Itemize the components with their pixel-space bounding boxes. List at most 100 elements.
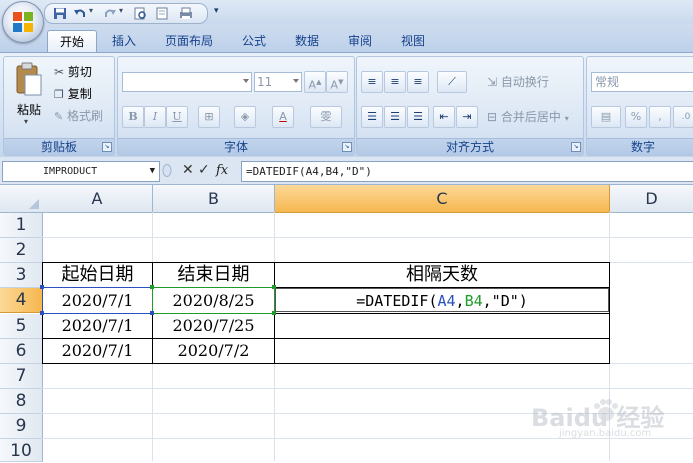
borders-button[interactable]: ⊞ — [198, 106, 220, 128]
font-launcher-icon[interactable]: ↘ — [342, 142, 352, 152]
row-header-8[interactable]: 8 — [0, 389, 43, 414]
align-right-button[interactable]: ☰ — [407, 106, 429, 128]
align-left-icon: ☰ — [367, 110, 377, 123]
cell-b5[interactable]: 2020/7/25 — [153, 314, 274, 338]
align-top-button[interactable]: ≡ — [361, 71, 383, 93]
row-header-9[interactable]: 9 — [0, 414, 43, 439]
column-header-a[interactable]: A — [42, 185, 153, 213]
tab-insert[interactable]: 插入 — [104, 30, 144, 53]
column-header-d[interactable]: D — [610, 185, 693, 213]
row-header-6[interactable]: 6 — [0, 339, 43, 364]
quick-access-toolbar: ▾ ▾ — [44, 3, 208, 24]
align-right-icon: ☰ — [413, 110, 423, 123]
reference-handle[interactable] — [40, 311, 44, 315]
undo-dropdown-icon[interactable]: ▾ — [89, 6, 93, 15]
phonetic-button[interactable]: 雯 — [310, 106, 342, 128]
cell-c3[interactable]: 相隔天数 — [275, 263, 609, 287]
select-all-icon — [29, 199, 39, 209]
cell-a3[interactable]: 起始日期 — [43, 263, 152, 287]
font-color-button[interactable]: A — [272, 106, 294, 128]
grow-font-button[interactable]: A▲ — [304, 71, 326, 93]
font-size-combo[interactable]: 11 — [254, 72, 302, 92]
quick-print-icon[interactable] — [179, 7, 193, 20]
ribbon: 粘贴 ▾ ✂ 剪切 ❐ 复制 ✎ 格式刷 剪贴板 ↘ 11 A▲ A▼ B I … — [0, 52, 693, 158]
tab-formulas[interactable]: 公式 — [233, 30, 275, 53]
number-format-combo[interactable]: 常规 — [591, 72, 693, 92]
cancel-icon[interactable]: ✕ — [182, 161, 194, 180]
reference-handle[interactable] — [150, 311, 154, 315]
ribbon-tab-bar: 开始 插入 页面布局 公式 数据 审阅 视图 — [0, 24, 693, 54]
alignment-launcher-icon[interactable]: ↘ — [571, 142, 581, 152]
format-painter-icon: ✎ — [54, 110, 64, 123]
insert-function-icon[interactable]: fx — [216, 161, 228, 180]
cell-a5[interactable]: 2020/7/1 — [43, 314, 152, 338]
copy-button[interactable]: ❐ 复制 — [54, 85, 92, 102]
column-header-b[interactable]: B — [153, 185, 275, 213]
bold-button[interactable]: B — [122, 106, 144, 128]
align-middle-button[interactable]: ≡ — [384, 71, 406, 93]
redo-dropdown-icon[interactable]: ▾ — [119, 6, 123, 15]
comma-button[interactable]: , — [649, 106, 671, 128]
clipboard-launcher-icon[interactable]: ↘ — [102, 142, 112, 152]
alignment-group: ≡ ≡ ≡ ⟋ ⇲ 自动换行 ☰ ☰ ☰ ⇤ ⇥ ⊟ 合并后居中 ▾ 对齐方式 … — [356, 56, 584, 156]
tab-review[interactable]: 审阅 — [339, 30, 381, 53]
shrink-font-button[interactable]: A▼ — [326, 71, 348, 93]
orientation-button[interactable]: ⟋ — [437, 71, 467, 93]
cell-b3[interactable]: 结束日期 — [153, 263, 274, 287]
font-name-dropdown-icon[interactable] — [243, 79, 249, 83]
align-left-button[interactable]: ☰ — [361, 106, 383, 128]
undo-icon[interactable] — [73, 7, 87, 20]
tab-page-layout[interactable]: 页面布局 — [156, 30, 222, 53]
wrap-text-button[interactable]: ⇲ 自动换行 — [487, 73, 549, 90]
align-center-button[interactable]: ☰ — [384, 106, 406, 128]
save-icon[interactable] — [53, 7, 67, 20]
cut-button[interactable]: ✂ 剪切 — [54, 63, 92, 80]
row-header-5[interactable]: 5 — [0, 314, 43, 339]
row-header-1[interactable]: 1 — [0, 213, 43, 238]
format-painter-button[interactable]: ✎ 格式刷 — [54, 107, 103, 124]
increase-indent-button[interactable]: ⇥ — [456, 106, 478, 128]
cut-label: 剪切 — [67, 65, 92, 79]
page-icon[interactable] — [155, 7, 169, 20]
row-header-2[interactable]: 2 — [0, 238, 43, 263]
reference-handle[interactable] — [40, 285, 44, 289]
name-box-dropdown-icon[interactable]: ▼ — [150, 162, 155, 181]
tab-data[interactable]: 数据 — [286, 30, 328, 53]
cell-a6[interactable]: 2020/7/1 — [43, 339, 152, 363]
merge-center-button[interactable]: ⊟ 合并后居中 ▾ — [487, 108, 569, 125]
redo-icon[interactable] — [103, 7, 117, 20]
tab-view[interactable]: 视图 — [392, 30, 434, 53]
column-header-c[interactable]: C — [275, 185, 610, 213]
tab-home[interactable]: 开始 — [47, 30, 97, 54]
scissors-icon: ✂ — [54, 65, 65, 79]
italic-button[interactable]: I — [144, 106, 166, 128]
number-group: 常规 ▤ % , .0 数字 — [586, 56, 693, 156]
row-header-3[interactable]: 3 — [0, 263, 43, 288]
paste-button[interactable]: 粘贴 — [10, 101, 48, 118]
row-header-4[interactable]: 4 — [0, 288, 43, 313]
underline-button[interactable]: U — [166, 106, 188, 128]
fill-color-button[interactable]: ◈ — [234, 106, 256, 128]
align-bottom-button[interactable]: ≡ — [407, 71, 429, 93]
row-header-10[interactable]: 10 — [0, 439, 43, 462]
name-box[interactable]: IMPRODUCT ▼ — [2, 161, 160, 182]
row-header-7[interactable]: 7 — [0, 364, 43, 389]
merge-center-dropdown-icon[interactable]: ▾ — [565, 114, 569, 123]
increase-indent-icon: ⇥ — [462, 110, 472, 123]
enter-icon[interactable]: ✓ — [198, 161, 210, 180]
reference-handle[interactable] — [150, 285, 154, 289]
cell-b6[interactable]: 2020/7/2 — [153, 339, 274, 363]
decrease-indent-button[interactable]: ⇤ — [433, 106, 455, 128]
office-button[interactable] — [2, 1, 44, 43]
percent-button[interactable]: % — [625, 106, 647, 128]
increase-decimal-button[interactable]: .0 — [673, 106, 693, 128]
currency-button[interactable]: ▤ — [591, 106, 621, 128]
print-preview-icon[interactable] — [133, 7, 147, 20]
select-all-corner[interactable] — [0, 185, 43, 213]
paste-dropdown-icon[interactable]: ▾ — [24, 117, 28, 126]
formula-text: =DATEDIF(A4,B4,"D") — [246, 165, 372, 178]
font-name-combo[interactable] — [122, 72, 252, 92]
font-size-dropdown-icon[interactable] — [293, 79, 299, 83]
formula-input[interactable]: =DATEDIF(A4,B4,"D") — [241, 161, 693, 182]
customize-qat-icon[interactable]: ▾ — [214, 6, 219, 16]
